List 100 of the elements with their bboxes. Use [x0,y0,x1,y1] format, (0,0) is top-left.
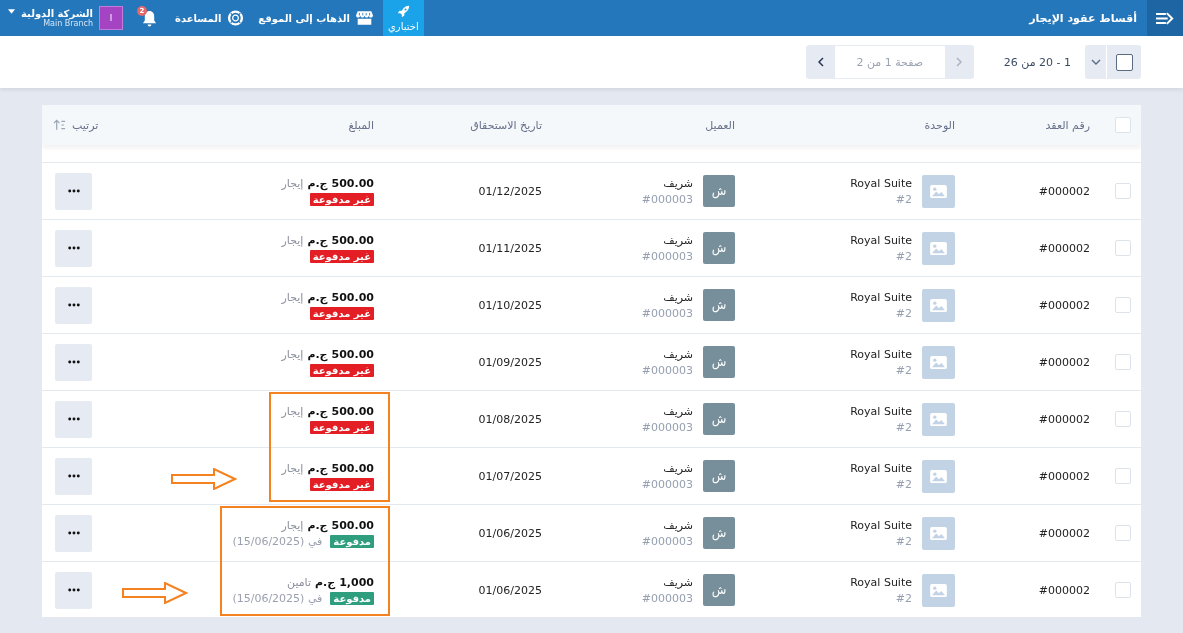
client-avatar: ش [703,289,735,321]
account-avatar: ا [99,6,124,30]
client-number: #000003 [641,420,693,434]
payment-date: في (15/06/2025) [232,591,323,605]
more-button[interactable] [55,343,92,381]
menu-toggle-button[interactable] [1147,0,1183,36]
more-button[interactable] [55,514,92,552]
image-icon [930,412,947,426]
image-icon [930,298,947,312]
unit-name: Royal Suite [850,461,912,475]
due-date: 01/10/2025 [478,298,542,312]
status-badge: غير مدفوعة [309,420,374,434]
client-name: شريف [663,575,693,589]
sort-button[interactable]: ترتيب [53,118,99,132]
caret-icon [8,9,15,14]
record-range: 1 - 20 من 26 [1003,55,1071,69]
amount: 500.00 [331,233,374,247]
top-link[interactable]: المساعدة [175,10,245,26]
contract-number: #000002 [1038,184,1090,198]
unit-name: Royal Suite [850,575,912,589]
client-avatar: ش [703,517,735,549]
client-avatar: ش [703,175,735,207]
client-avatar: ش [703,403,735,435]
menu-icon [1156,11,1174,25]
client-number: #000003 [641,591,693,605]
more-button[interactable] [55,286,92,324]
contract-number: #000002 [1038,526,1090,540]
unit-name: Royal Suite [850,176,912,190]
unit-number: #2 [895,420,912,434]
column-header: الوحدة [924,118,955,132]
payment-type: إيجار [281,176,304,190]
client-number: #000003 [641,363,693,377]
more-icon [67,246,80,250]
store-icon [355,10,373,26]
more-button[interactable] [55,229,92,267]
currency: ج.م [307,518,328,532]
amount: 500.00 [331,518,374,532]
contract-number: #000002 [1038,583,1090,597]
top-link[interactable]: الذهاب إلى الموقع [258,10,373,26]
client-name: شريف [663,461,693,475]
image-icon [930,241,947,255]
amount: 1,000 [339,575,374,589]
more-icon [67,417,80,421]
company-name: الشركة الدولية [21,8,94,19]
unit-number: #2 [895,591,912,605]
payment-type: إيجار [281,233,304,247]
payment-type: إيجار [281,518,304,532]
row-checkbox[interactable] [1115,354,1131,370]
more-button[interactable] [55,172,92,210]
unit-number: #2 [895,477,912,491]
shortcut-tile[interactable]: اختباري [382,0,424,36]
currency: ج.م [307,404,328,418]
select-all-button[interactable] [1107,45,1141,79]
sort-icon [53,119,66,131]
status-badge: غير مدفوعة [309,306,374,320]
page-field[interactable]: صفحة 1 من 2 [834,46,945,78]
client-name: شريف [663,404,693,418]
row-checkbox[interactable] [1115,582,1131,598]
client-number: #000003 [641,249,693,263]
client-number: #000003 [641,192,693,206]
due-date: 01/08/2025 [478,412,542,426]
currency: ج.م [307,233,328,247]
header-checkbox[interactable] [1115,117,1131,133]
image-icon [930,583,947,597]
status-badge: مدفوعة [330,534,374,548]
column-header: تاريخ الاستحقاق [470,118,542,132]
row-checkbox[interactable] [1115,468,1131,484]
contract-number: #000002 [1038,298,1090,312]
lifebuoy-icon [227,10,245,26]
select-all-checkbox[interactable] [1115,53,1133,71]
row-checkbox[interactable] [1115,240,1131,256]
payment-type: إيجار [281,461,304,475]
row-checkbox[interactable] [1115,183,1131,199]
client-name: شريف [663,347,693,361]
branch-name: Main Branch [43,19,94,28]
payment-type: إيجار [281,290,304,304]
row-checkbox[interactable] [1115,525,1131,541]
currency: ج.م [315,575,336,589]
more-icon [67,360,80,364]
unit-number: #2 [895,306,912,320]
contract-number: #000002 [1038,412,1090,426]
column-header: رقم العقد [1045,118,1090,132]
due-date: 01/06/2025 [478,526,542,540]
bell-icon [141,9,157,27]
client-number: #000003 [641,477,693,491]
unit-name: Royal Suite [850,518,912,532]
client-avatar: ش [703,460,735,492]
more-button[interactable] [55,571,92,609]
more-button[interactable] [55,457,92,495]
amount: 500.00 [331,404,374,418]
row-checkbox[interactable] [1115,411,1131,427]
currency: ج.م [307,176,328,190]
row-checkbox[interactable] [1115,297,1131,313]
due-date: 01/12/2025 [478,184,542,198]
image-icon [930,526,947,540]
more-icon [67,303,80,307]
client-avatar: ش [703,574,735,606]
client-name: شريف [663,233,693,247]
due-date: 01/06/2025 [478,583,542,597]
more-button[interactable] [55,400,92,438]
